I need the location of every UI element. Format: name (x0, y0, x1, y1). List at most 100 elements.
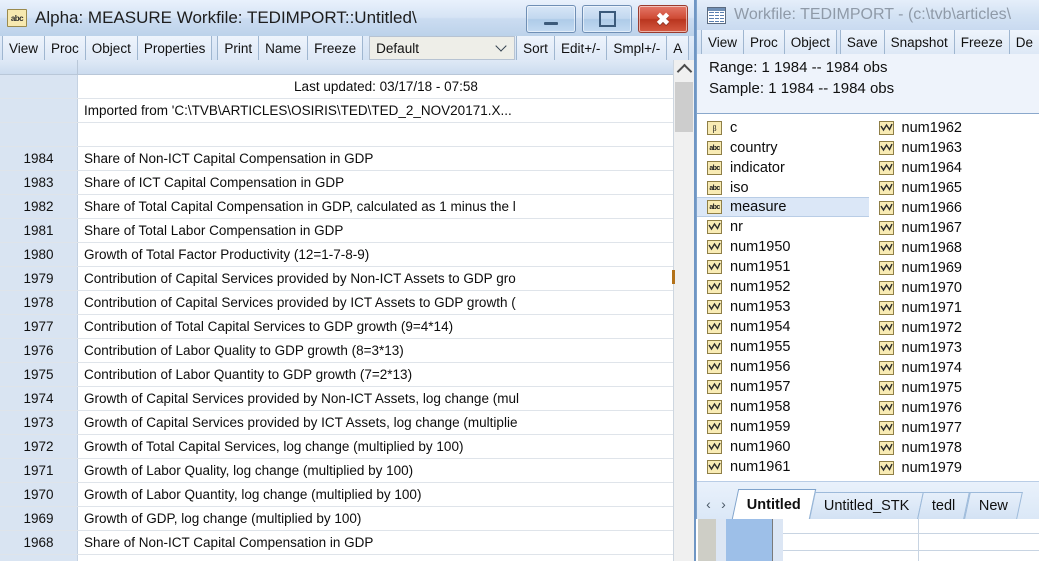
table-row[interactable]: 1982 Share of Total Capital Compensation … (0, 195, 694, 219)
wf-toolbar-button-proc[interactable]: Proc (744, 30, 785, 54)
list-item[interactable]: num1968 (869, 238, 1039, 258)
list-item[interactable]: num1976 (869, 398, 1039, 418)
list-item[interactable]: num1958 (697, 397, 869, 417)
table-row[interactable]: 1981 Share of Total Labor Compensation in… (0, 219, 694, 243)
alpha-object-window: abc Alpha: MEASURE Workfile: TEDIMPORT::… (0, 0, 696, 561)
workfile-title-bar[interactable]: Workfile: TEDIMPORT - (c:\tvb\articles\ (697, 0, 1039, 30)
table-row[interactable]: 1983 Share of ICT Capital Compensation in… (0, 171, 694, 195)
table-row[interactable]: 1971 Growth of Labor Quality, log change … (0, 459, 694, 483)
list-item[interactable]: abc indicator (697, 158, 869, 178)
tab-prev-button[interactable]: ‹ (701, 496, 716, 512)
list-item[interactable]: num1975 (869, 378, 1039, 398)
page-tab[interactable]: Untitled (731, 489, 817, 519)
list-item[interactable]: num1961 (697, 457, 869, 477)
table-row[interactable]: 1970 Growth of Labor Quantity, log change… (0, 483, 694, 507)
table-row[interactable]: 1969 Growth of GDP, log change (multiplie… (0, 507, 694, 531)
list-item[interactable]: num1970 (869, 278, 1039, 298)
page-tab[interactable]: New (963, 492, 1023, 519)
table-row[interactable]: 1967Share of ICT Capital Compensation in… (0, 555, 694, 561)
toolbar-button-edit[interactable]: Edit+/- (554, 36, 608, 60)
list-item[interactable]: num1969 (869, 258, 1039, 278)
list-item[interactable]: abc measure (697, 197, 869, 217)
list-item[interactable]: num1952 (697, 277, 869, 297)
grid-row-obs: 1978 (0, 291, 78, 314)
list-item[interactable]: num1978 (869, 438, 1039, 458)
toolbar-button-properties[interactable]: Properties (137, 36, 213, 60)
wf-toolbar-button-freeze[interactable]: Freeze (954, 30, 1010, 54)
list-item[interactable]: abc iso (697, 178, 869, 198)
page-tab[interactable]: Untitled_STK (809, 492, 925, 519)
grid-row-value: Imported from 'C:\TVB\ARTICLES\OSIRIS\TE… (78, 99, 694, 122)
alpha-title-bar[interactable]: abc Alpha: MEASURE Workfile: TEDIMPORT::… (0, 0, 694, 36)
table-row[interactable]: 1984 Share of Non-ICT Capital Compensatio… (0, 147, 694, 171)
chevron-up-icon (676, 63, 692, 80)
window-controls: ✖ (526, 5, 688, 33)
vertical-scrollbar[interactable] (672, 60, 694, 561)
wf-toolbar-button-details[interactable]: De (1009, 30, 1039, 54)
list-item[interactable]: nr (697, 217, 869, 237)
list-item[interactable]: num1950 (697, 237, 869, 257)
close-button[interactable]: ✖ (638, 5, 688, 33)
table-row[interactable]: 1975 Contribution of Labor Quantity to GD… (0, 363, 694, 387)
list-item[interactable]: num1974 (869, 358, 1039, 378)
object-name: num1960 (730, 439, 791, 455)
table-row[interactable]: 1980 Growth of Total Factor Productivity … (0, 243, 694, 267)
maximize-button[interactable] (582, 5, 632, 33)
grid-meta-row[interactable]: Last updated: 03/17/18 - 07:58 (0, 75, 694, 99)
toolbar-button-smpl[interactable]: Smpl+/- (607, 36, 668, 60)
list-item[interactable]: num1963 (869, 138, 1039, 158)
table-row[interactable]: 1976 Contribution of Labor Quality to GDP… (0, 339, 694, 363)
toolbar-button-freeze[interactable]: Freeze (308, 36, 364, 60)
table-row[interactable]: 1973 Growth of Capital Services provided … (0, 411, 694, 435)
list-item[interactable]: βc (697, 118, 869, 138)
wf-toolbar-button-view[interactable]: View (701, 30, 745, 54)
grid-meta-row[interactable]: Imported from 'C:\TVB\ARTICLES\OSIRIS\TE… (0, 99, 694, 123)
list-item[interactable]: num1979 (869, 458, 1039, 478)
list-item[interactable]: num1960 (697, 437, 869, 457)
list-item[interactable]: num1977 (869, 418, 1039, 438)
wf-toolbar-button-save[interactable]: Save (839, 30, 885, 54)
table-row[interactable]: 1977 Contribution of Total Capital Servic… (0, 315, 694, 339)
list-item[interactable]: num1964 (869, 158, 1039, 178)
table-row[interactable]: 1968 Share of Non-ICT Capital Compensatio… (0, 531, 694, 555)
table-row[interactable]: 1979 Contribution of Capital Services pro… (0, 267, 694, 291)
toolbar-button-sort[interactable]: Sort (516, 36, 555, 60)
list-item[interactable]: num1965 (869, 178, 1039, 198)
table-row[interactable]: 1974 Growth of Capital Services provided … (0, 387, 694, 411)
toolbar-button-object[interactable]: Object (85, 36, 138, 60)
list-item[interactable]: num1953 (697, 297, 869, 317)
list-item[interactable]: num1951 (697, 257, 869, 277)
wf-toolbar-button-object[interactable]: Object (784, 30, 837, 54)
wf-toolbar-button-snapshot[interactable]: Snapshot (884, 30, 955, 54)
list-item[interactable]: num1955 (697, 337, 869, 357)
alpha-series-icon: abc (707, 141, 722, 155)
list-item[interactable]: num1967 (869, 218, 1039, 238)
grid-row-obs: 1981 (0, 219, 78, 242)
list-item[interactable]: num1972 (869, 318, 1039, 338)
tab-next-button[interactable]: › (716, 496, 731, 512)
list-item[interactable]: num1966 (869, 198, 1039, 218)
toolbar-button-name[interactable]: Name (259, 36, 309, 60)
toolbar-button-view[interactable]: View (2, 36, 46, 60)
toolbar-button-print[interactable]: Print (217, 36, 260, 60)
table-row[interactable]: 1972 Growth of Total Capital Services, lo… (0, 435, 694, 459)
grid-row-value: Growth of Labor Quality, log change (mul… (78, 459, 694, 482)
list-item[interactable]: num1956 (697, 357, 869, 377)
toolbar-button-proc[interactable]: Proc (45, 36, 86, 60)
list-item[interactable]: num1959 (697, 417, 869, 437)
list-item[interactable]: num1971 (869, 298, 1039, 318)
minimize-button[interactable] (526, 5, 576, 33)
list-item[interactable]: num1954 (697, 317, 869, 337)
list-item[interactable]: num1973 (869, 338, 1039, 358)
page-tab[interactable]: tedl (917, 492, 971, 519)
list-item[interactable]: abc country (697, 138, 869, 158)
scrollbar-thumb[interactable] (675, 82, 693, 132)
scroll-up-button[interactable] (674, 60, 694, 80)
table-row[interactable]: 1978 Contribution of Capital Services pro… (0, 291, 694, 315)
toolbar-button-all[interactable]: A (667, 36, 690, 60)
workfile-object-list[interactable]: β c abc country abc indicator abc iso abc measure… (697, 113, 1039, 482)
view-mode-dropdown[interactable]: Default (369, 36, 516, 60)
list-item[interactable]: num1957 (697, 377, 869, 397)
grid-meta-row[interactable] (0, 123, 694, 147)
list-item[interactable]: num1962 (869, 118, 1039, 138)
